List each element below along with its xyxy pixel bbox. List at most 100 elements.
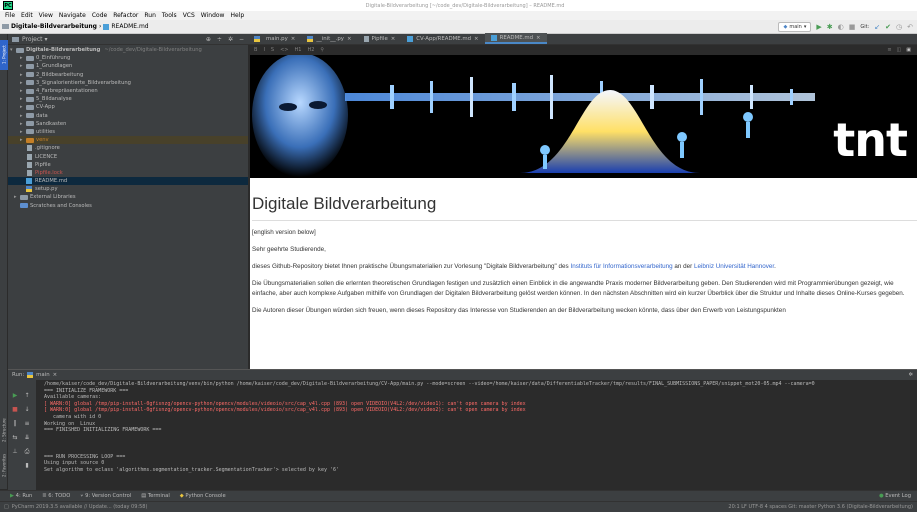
tab-pipfile[interactable]: Pipfile × [358, 33, 402, 44]
menu-tools[interactable]: Tools [159, 12, 180, 19]
link-institute[interactable]: Instituts für Informationsverarbeitung [570, 263, 672, 270]
soft-wrap-icon[interactable]: ≡ [22, 420, 32, 428]
menu-refactor[interactable]: Refactor [110, 12, 141, 19]
menu-help[interactable]: Help [227, 12, 247, 19]
tree-item-folder[interactable]: ▸ data [8, 112, 248, 120]
close-icon[interactable]: × [391, 36, 396, 42]
coverage-icon[interactable]: ◐ [838, 23, 844, 31]
folder-icon [26, 80, 34, 86]
h2-button[interactable]: H2 [307, 47, 314, 53]
gear-icon[interactable]: ✲ [228, 36, 233, 43]
bold-button[interactable]: B [254, 47, 257, 53]
git-update-icon[interactable]: ↙ [874, 23, 880, 31]
preview-only-icon[interactable]: ▣ [906, 47, 911, 53]
tree-item-folder[interactable]: ▸ Sandkasten [8, 120, 248, 128]
down-icon[interactable]: ↓ [22, 406, 32, 414]
editor-only-icon[interactable]: ≡ [887, 47, 891, 53]
split-view-icon[interactable]: ◫ [897, 47, 902, 53]
code-button[interactable]: <> [280, 47, 288, 53]
strikethrough-button[interactable]: S [271, 47, 274, 53]
tree-item-folder[interactable]: ▸ CV-App [8, 103, 248, 111]
locate-icon[interactable]: ⊕ [206, 36, 211, 43]
tab-readme[interactable]: README.md × [484, 33, 547, 44]
tree-item-file[interactable]: Pipfile [8, 161, 248, 169]
run-config-tab[interactable]: main [36, 372, 49, 378]
menu-file[interactable]: File [2, 12, 18, 19]
tab-init-py[interactable]: __init__.py × [301, 33, 357, 44]
minimize-icon[interactable]: − [239, 36, 244, 43]
scroll-end-icon[interactable]: ⇊ [22, 434, 32, 442]
close-icon[interactable]: × [347, 36, 352, 42]
breadcrumb-file[interactable]: README.md [111, 23, 148, 30]
git-history-icon[interactable]: ◷ [896, 23, 902, 31]
library-icon [20, 194, 28, 200]
tree-item-file[interactable]: setup.py [8, 185, 248, 193]
vcs-tool-button[interactable]: ⑂ 9: Version Control [80, 493, 131, 499]
todo-tool-button[interactable]: ≣ 6: TODO [42, 493, 70, 499]
tree-item-folder[interactable]: ▸ utilities [8, 128, 248, 136]
project-view-select[interactable]: Project [22, 36, 43, 43]
tree-item-file[interactable]: .gitignore [8, 144, 248, 152]
tree-item-folder[interactable]: ▸ 1_Grundlagen [8, 62, 248, 70]
pin-icon[interactable]: ⊥ [10, 448, 20, 456]
tab-cvapp-readme[interactable]: CV-App/README.md × [401, 33, 484, 44]
console-output[interactable]: /home/kaiser/code_dev/Digitale-Bildverar… [36, 380, 917, 490]
markdown-toolbar: B I S <> H1 H2 ⚲ ≡ ◫ ▣ [248, 45, 917, 55]
tree-item-folder[interactable]: ▸ 0_Einführung [8, 54, 248, 62]
readme-paragraph: Sehr geehrte Studierende, [252, 246, 326, 253]
close-icon[interactable]: × [536, 35, 541, 41]
debug-icon[interactable]: ✱ [827, 23, 833, 31]
tree-item-file[interactable]: Pipfile.lock [8, 169, 248, 177]
tree-item-folder[interactable]: ▸ 5_Bildanalyse [8, 95, 248, 103]
structure-tool-tab[interactable]: 2: Structure [0, 414, 8, 446]
collapse-icon[interactable]: ÷ [217, 36, 222, 43]
rerun-icon[interactable]: ▶ [10, 392, 20, 400]
tree-item-folder[interactable]: ▸ 3_Signalorientierte_Bildverarbeitung [8, 79, 248, 87]
python-console-button[interactable]: ◆ Python Console [180, 493, 226, 499]
git-commit-icon[interactable]: ✔ [885, 23, 891, 31]
menu-navigate[interactable]: Navigate [56, 12, 89, 19]
h1-button[interactable]: H1 [295, 47, 302, 53]
trash-icon[interactable]: ▮ [22, 462, 32, 470]
update-notification[interactable]: PyCharm 2019.3.5 available // Update... … [12, 504, 148, 510]
link-university[interactable]: Leibniz Universität Hannover [694, 263, 774, 270]
tree-item-scratches[interactable]: Scratches and Consoles [8, 202, 248, 210]
run-icon[interactable]: ▶ [816, 23, 821, 31]
close-icon[interactable]: × [53, 372, 58, 378]
restore-layout-icon[interactable]: ⇆ [10, 434, 20, 442]
run-tool-button[interactable]: ▶ 4: Run [10, 493, 32, 499]
tab-main-py[interactable]: main.py × [248, 33, 301, 44]
up-icon[interactable]: ↑ [22, 392, 32, 400]
tab-label: CV-App/README.md [416, 35, 472, 42]
gear-icon[interactable]: ✲ [908, 372, 917, 378]
tree-item-readme[interactable]: README.md [8, 177, 248, 186]
run-config-select[interactable]: ◆ main ▾ [778, 21, 812, 32]
menu-vcs[interactable]: VCS [180, 12, 198, 19]
terminal-tool-button[interactable]: ▤ Terminal [141, 493, 169, 499]
event-log-button[interactable]: ● Event Log [879, 493, 917, 499]
italic-button[interactable]: I [263, 47, 264, 53]
tree-item-external-libraries[interactable]: ▸ External Libraries [8, 193, 248, 201]
menu-code[interactable]: Code [89, 12, 110, 19]
tree-item-folder[interactable]: ▸ 4_Farbrepräsentationen [8, 87, 248, 95]
project-tool-tab[interactable]: 1: Project [0, 40, 8, 70]
menu-edit[interactable]: Edit [18, 12, 36, 19]
menu-window[interactable]: Window [198, 12, 228, 19]
git-rollback-icon[interactable]: ↶ [907, 23, 913, 31]
close-icon[interactable]: × [474, 36, 479, 42]
stop-icon[interactable]: ■ [10, 406, 20, 414]
status-info[interactable]: 20:1 LF UTF-8 4 spaces Git: master Pytho… [728, 504, 917, 510]
stop-icon[interactable]: ■ [849, 23, 856, 31]
link-icon[interactable]: ⚲ [320, 47, 324, 53]
breadcrumb-project[interactable]: Digitale-Bildverarbeitung [11, 23, 97, 30]
pause-icon[interactable]: ‖ [10, 420, 20, 428]
tree-item-venv[interactable]: ▸ venv [8, 136, 248, 145]
tree-root[interactable]: ▾ Digitale-Bildverarbeitung ~/code_dev/D… [8, 46, 248, 54]
tree-item-folder[interactable]: ▸ 2_Bildbearbeitung [8, 71, 248, 79]
menu-view[interactable]: View [36, 12, 56, 19]
close-icon[interactable]: × [291, 36, 296, 42]
favorites-tool-tab[interactable]: 2: Favorites [0, 448, 8, 482]
print-icon[interactable]: ⎙ [22, 448, 32, 456]
tree-item-file[interactable]: LICENCE [8, 152, 248, 160]
menu-run[interactable]: Run [141, 12, 159, 19]
